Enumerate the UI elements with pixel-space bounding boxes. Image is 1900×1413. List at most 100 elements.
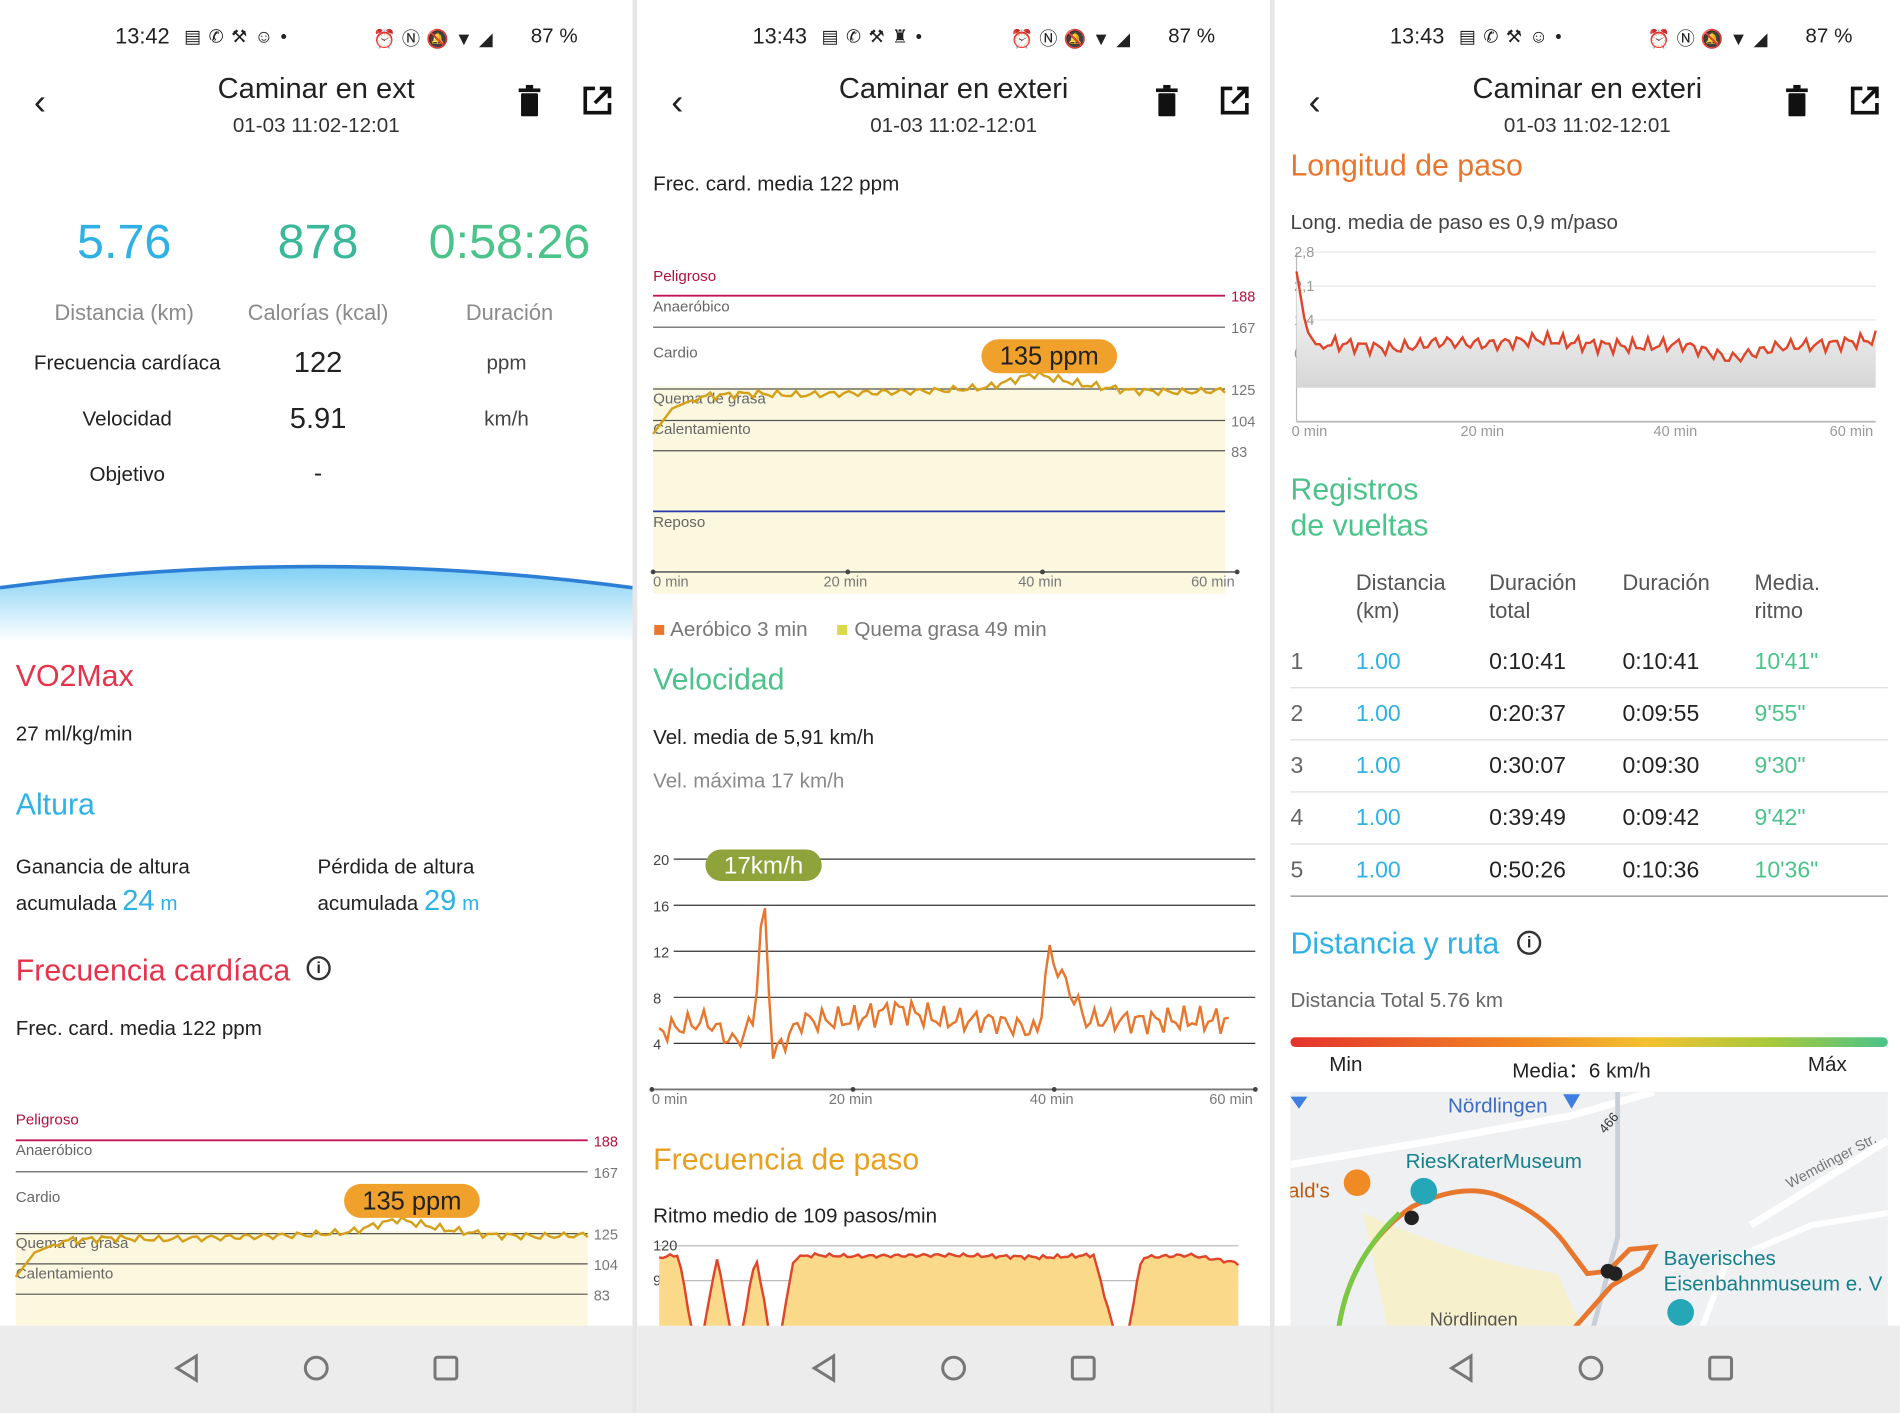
x-tick-label: 20 min — [829, 1092, 873, 1108]
x-tick-label: 0 min — [652, 1092, 688, 1108]
decorative-wave — [0, 564, 633, 643]
top-app-bar: ‹ Caminar en exteri 01-03 11:02-12:01 — [1275, 70, 1900, 155]
goal-value: - — [314, 460, 323, 488]
nav-recents-icon[interactable] — [430, 1352, 462, 1384]
y-tick-label: 2,8 — [1294, 245, 1314, 261]
system-icons: ⏰Ⓝ🔕▼◢ — [1010, 29, 1137, 50]
x-tick — [1040, 569, 1045, 575]
zone-label: Cardio — [16, 1189, 61, 1206]
altitude-gain: Ganancia de altura acumulada 24 m — [15, 855, 190, 918]
laps-cell: 9'30" — [1754, 753, 1806, 780]
map-label-city: Nördlingen — [1447, 1094, 1548, 1118]
zone-fill — [653, 386, 1226, 594]
gradient-min-label: Min — [1329, 1053, 1363, 1077]
legend-aerobic-swatch: ■ — [653, 618, 666, 642]
x-tick — [850, 1086, 856, 1092]
threshold-label: 188 — [1231, 290, 1255, 306]
status-bar: 13:43 ▤✆⚒☺• ⏰Ⓝ🔕▼◢ 87 % — [1275, 0, 1900, 70]
nav-back-icon[interactable] — [809, 1352, 841, 1384]
speed-peak-label: 17km/h — [724, 853, 803, 880]
nav-home-icon[interactable] — [938, 1352, 970, 1384]
laps-cell: 2 — [1290, 701, 1304, 728]
duration-value: 0:58:26 — [428, 215, 591, 270]
x-tick-label: 40 min — [1654, 424, 1698, 440]
zone-label: Peligroso — [653, 268, 716, 285]
battery-level: 87 % — [1168, 24, 1216, 48]
info-icon[interactable]: i — [1517, 930, 1542, 955]
x-tick-label: 40 min — [1030, 1092, 1074, 1108]
cadence-area — [659, 1253, 1239, 1331]
phone-screen-summary: 13:42 ▤✆⚒☺• ⏰Ⓝ🔕▼◢ 87 % ‹ Caminar en ext … — [0, 0, 633, 1413]
laps-table-row: 1 1.00 0:10:41 0:10:41 10'41" — [1290, 636, 1888, 689]
status-time: 13:42 — [115, 24, 170, 49]
battery-level: 87 % — [1805, 24, 1853, 48]
nav-home-icon[interactable] — [301, 1352, 333, 1384]
nav-back-icon[interactable] — [172, 1352, 204, 1384]
system-icons: ⏰Ⓝ🔕▼◢ — [1647, 29, 1774, 50]
laps-cell: 0:30:07 — [1489, 753, 1567, 780]
top-app-bar: ‹ Caminar en exteri 01-03 11:02-12:01 — [637, 70, 1270, 155]
altitude-title: Altura — [15, 787, 95, 822]
threshold-label: 167 — [594, 1166, 618, 1182]
laps-cell: 0:10:41 — [1622, 649, 1700, 675]
threshold-label: 188 — [594, 1134, 618, 1150]
laps-table-row: 4 1.00 0:39:49 0:09:42 9'42" — [1290, 793, 1888, 845]
trash-icon[interactable] — [518, 84, 541, 117]
cadence-title: Frecuencia de paso — [653, 1142, 920, 1177]
speed-average: Vel. media de 5,91 km/h — [653, 725, 875, 749]
laps-cell: 1.00 — [1355, 701, 1401, 728]
android-nav-bar — [637, 1325, 1270, 1413]
zone-label: Calentamiento — [653, 421, 751, 438]
y-tick-label: 16 — [653, 899, 669, 915]
laps-cell: 3 — [1290, 753, 1304, 780]
laps-cell: 0:09:55 — [1622, 701, 1700, 728]
nav-back-icon[interactable] — [1447, 1352, 1479, 1384]
share-external-icon[interactable] — [1219, 85, 1251, 117]
x-tick-label: 0 min — [1292, 424, 1328, 440]
nav-home-icon[interactable] — [1575, 1352, 1607, 1384]
threshold-label: 125 — [594, 1228, 618, 1244]
system-icons: ⏰Ⓝ🔕▼◢ — [373, 29, 499, 50]
laps-cell: 4 — [1290, 805, 1304, 832]
x-tick — [650, 569, 656, 575]
x-tick-label: 20 min — [1461, 424, 1505, 440]
zone-label: Peligroso — [16, 1112, 79, 1129]
phone-screen-laps: 13:43 ▤✆⚒☺• ⏰Ⓝ🔕▼◢ 87 % ‹ Caminar en exte… — [1274, 0, 1900, 1413]
threshold-label: 83 — [1231, 445, 1247, 461]
map-label-railway-2: Eisenbahnmuseum e. V — [1663, 1272, 1883, 1296]
share-external-icon[interactable] — [582, 85, 614, 117]
trash-icon[interactable] — [1786, 84, 1808, 117]
y-tick-label: 8 — [653, 991, 661, 1007]
laps-cell: 9'55" — [1754, 701, 1806, 728]
nav-recents-icon[interactable] — [1068, 1352, 1100, 1384]
laps-cell: 1.00 — [1355, 857, 1401, 884]
map-label-restaurant: ald's — [1290, 1179, 1330, 1203]
screenshot-collage: 13:42 ▤✆⚒☺• ⏰Ⓝ🔕▼◢ 87 % ‹ Caminar en ext … — [0, 0, 1900, 1413]
share-external-icon[interactable] — [1849, 85, 1881, 117]
hr-unit: ppm — [486, 351, 527, 375]
heart-rate-chart: 18816712510483PeligrosoAnaeróbicoCardioQ… — [14, 1112, 618, 1327]
info-icon[interactable]: i — [306, 956, 331, 981]
route-map[interactable]: Nördlingen RiesKraterMuseum ald's Bayeri… — [1290, 1091, 1888, 1327]
stride-title: Longitud de paso — [1290, 149, 1523, 183]
notification-icons: ▤✆⚒☺• — [184, 26, 295, 48]
nav-recents-icon[interactable] — [1705, 1352, 1737, 1384]
laps-table-row: 5 1.00 0:50:26 0:10:36 10'36" — [1290, 845, 1888, 897]
laps-cell: 0:20:37 — [1489, 701, 1567, 728]
gradient-max-label: Máx — [1807, 1053, 1847, 1077]
trash-icon[interactable] — [1155, 84, 1178, 117]
laps-cell: 10'41" — [1754, 649, 1819, 675]
route-title: Distancia y ruta — [1290, 927, 1500, 961]
laps-cell: 0:39:49 — [1489, 805, 1567, 832]
laps-cell: 1.00 — [1355, 753, 1401, 780]
laps-column-header: Distancia (km) — [1355, 570, 1446, 623]
x-tick — [1051, 1086, 1057, 1092]
top-app-bar: ‹ Caminar en ext 01-03 11:02-12:01 — [0, 70, 633, 155]
status-bar: 13:43 ▤✆⚒♜• ⏰Ⓝ🔕▼◢ 87 % — [637, 0, 1270, 70]
x-tick — [845, 569, 851, 575]
x-tick — [649, 1086, 655, 1092]
x-tick-label: 60 min — [1830, 424, 1874, 440]
zone-label: Anaeróbico — [653, 298, 730, 315]
phone-screen-charts: 13:43 ▤✆⚒♜• ⏰Ⓝ🔕▼◢ 87 % ‹ Caminar en exte… — [637, 0, 1270, 1413]
speed-title: Velocidad — [653, 662, 785, 697]
